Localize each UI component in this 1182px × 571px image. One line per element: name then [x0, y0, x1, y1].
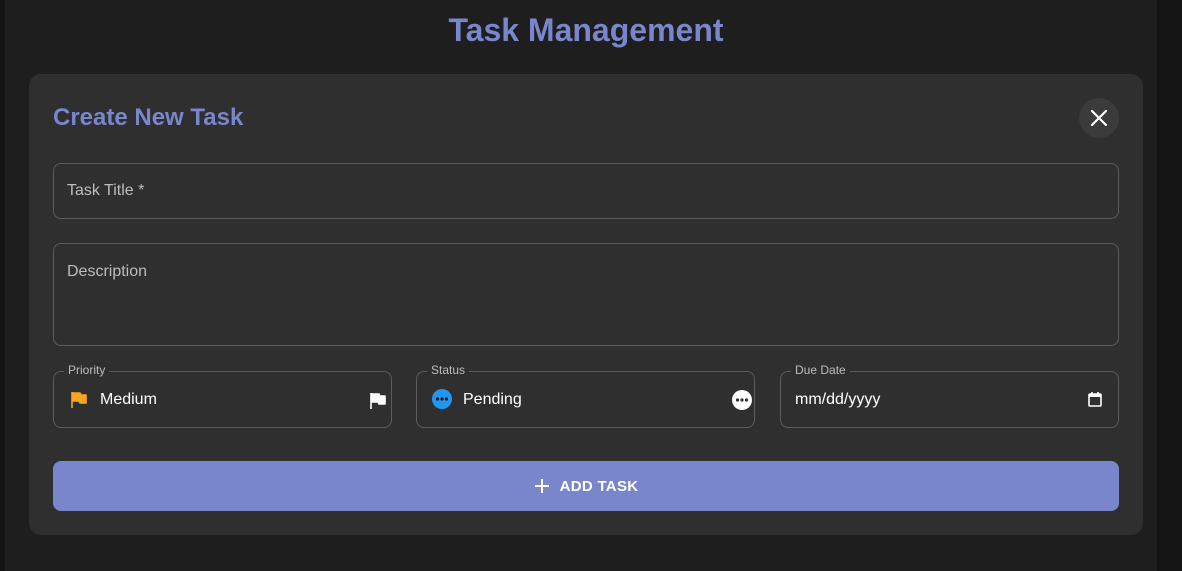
create-task-dialog: Create New Task Task Title * Description… — [29, 74, 1143, 535]
flag-dropdown-icon[interactable] — [367, 390, 389, 412]
due-date-value: mm/dd/yyyy — [795, 391, 881, 408]
plus-icon — [534, 479, 549, 493]
close-icon — [1090, 109, 1108, 127]
page-title: Task Management — [448, 12, 724, 48]
status-pending-icon — [432, 389, 452, 409]
status-value: Pending — [463, 391, 522, 408]
flag-icon — [71, 392, 87, 408]
description-placeholder: Description — [67, 263, 148, 280]
priority-select[interactable]: Priority Medium — [53, 363, 392, 428]
add-task-label: ADD TASK — [559, 477, 639, 495]
due-date-label: Due Date — [791, 363, 850, 377]
status-label: Status — [427, 363, 470, 377]
more-options-icon[interactable] — [732, 390, 752, 410]
due-date-input[interactable]: Due Date mm/dd/yyyy — [780, 363, 1119, 428]
add-task-button[interactable]: ADD TASK — [53, 461, 1119, 511]
page-background: Task Management Create New Task Task Tit… — [5, 0, 1157, 571]
close-button[interactable] — [1079, 98, 1119, 138]
description-input[interactable]: Description — [53, 243, 1119, 346]
task-title-placeholder: Task Title * — [67, 182, 145, 199]
dialog-title: Create New Task — [53, 104, 244, 131]
status-select[interactable]: Status Pending — [416, 363, 755, 428]
task-title-input[interactable]: Task Title * — [53, 163, 1119, 219]
priority-value: Medium — [100, 391, 157, 408]
calendar-icon[interactable] — [1088, 391, 1102, 407]
priority-label: Priority — [64, 363, 110, 377]
